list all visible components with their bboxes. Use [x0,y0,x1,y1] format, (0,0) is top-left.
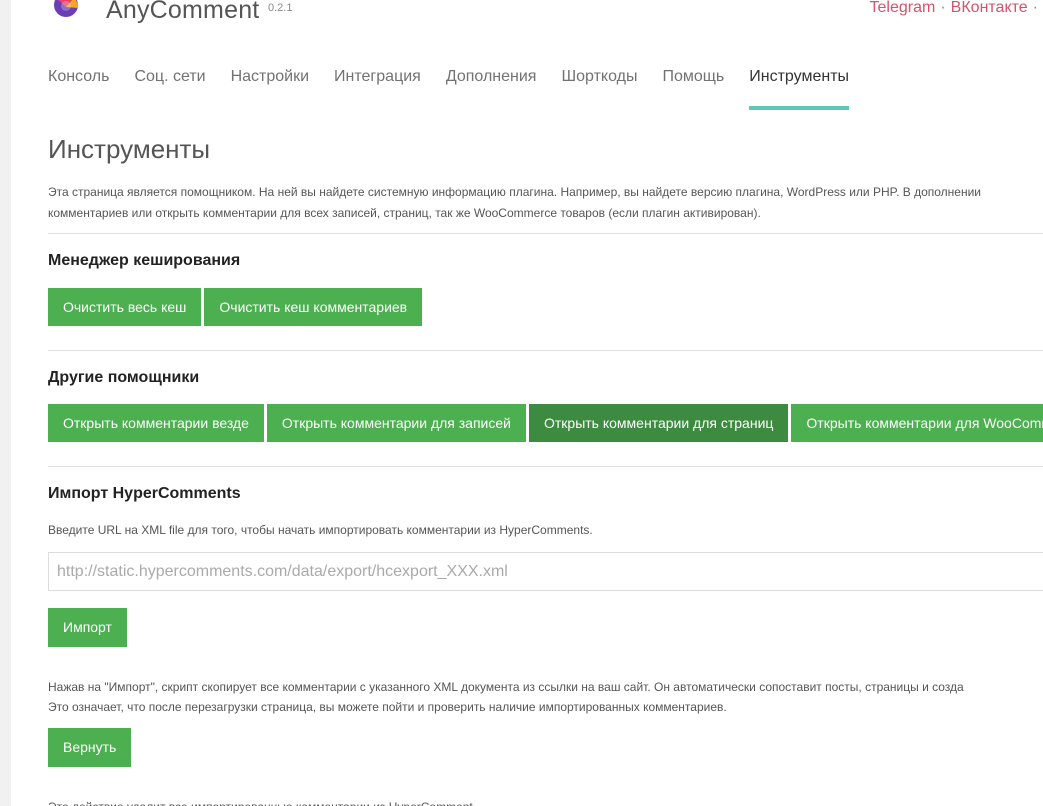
tab-settings[interactable]: Настройки [231,68,309,110]
intro-line: комментариев или открыть комментарии для… [48,206,761,220]
page: AnyComment 0.2.1 Telegram · ВКонтакте · Кон… [0,0,1043,806]
tab-integration[interactable]: Интеграция [334,68,421,110]
import-note-line: Это означает, что после перезагрузки стр… [48,700,727,714]
section-divider [48,350,1043,351]
cache-buttons: Очистить весь кеш Очистить кеш комментар… [48,288,425,326]
brand-name: AnyComment [106,0,260,24]
import-hint: Введите URL на XML file для того, чтобы … [48,523,593,537]
open-comments-pages-button[interactable]: Открыть комментарии для страниц [528,404,789,442]
tab-social[interactable]: Соц. сети [134,68,205,110]
revert-button[interactable]: Вернуть [48,728,132,767]
clear-comment-cache-button[interactable]: Очистить кеш комментариев [204,288,423,326]
telegram-link[interactable]: Telegram [870,0,936,16]
main-content: AnyComment 0.2.1 Telegram · ВКонтакте · Кон… [48,0,1043,806]
helper-buttons: Открыть комментарии везде Открыть коммен… [48,404,1043,442]
tab-shortcodes[interactable]: Шорткоды [561,68,637,110]
section-divider [48,233,1043,234]
import-button[interactable]: Импорт [48,608,127,647]
import-heading: Импорт HyperComments [48,485,241,502]
tab-tools[interactable]: Инструменты [749,68,849,110]
revert-note: Это действие удалит все импортированные … [48,797,476,806]
section-divider [48,466,1043,467]
tab-help[interactable]: Помощь [662,68,724,110]
admin-sidebar-edge [0,0,11,806]
tab-console[interactable]: Консоль [48,68,109,110]
link-separator: · [940,0,946,16]
open-comments-woocommerce-button[interactable]: Открыть комментарии для WooCommerce [791,404,1043,442]
intro-line: Эта страница является помощником. На ней… [48,185,982,199]
import-button-row: Импорт [48,608,130,647]
link-separator: · [1032,0,1038,16]
page-title: Инструменты [48,134,211,164]
page-intro: Эта страница является помощником. На ней… [48,182,1043,224]
clear-all-cache-button[interactable]: Очистить весь кеш [48,288,202,326]
import-note-line: Нажав на "Импорт", скрипт скопирует все … [48,680,964,694]
open-comments-everywhere-button[interactable]: Открыть комментарии везде [48,404,264,442]
xml-url-input[interactable] [48,552,1043,591]
vk-link[interactable]: ВКонтакте [951,0,1028,16]
tab-addons[interactable]: Дополнения [446,68,537,110]
import-note: Нажав на "Импорт", скрипт скопирует все … [48,677,964,717]
open-comments-posts-button[interactable]: Открыть комментарии для записей [266,404,526,442]
header-links: Telegram · ВКонтакте · [870,0,1043,17]
brand-version: 0.2.1 [268,2,293,14]
revert-button-row: Вернуть [48,728,134,767]
settings-tabs: Консоль Соц. сети Настройки Интеграция Д… [48,68,874,110]
anycomment-logo-icon [54,0,79,17]
helpers-heading: Другие помощники [48,369,200,386]
cache-heading: Менеджер кеширования [48,252,241,269]
